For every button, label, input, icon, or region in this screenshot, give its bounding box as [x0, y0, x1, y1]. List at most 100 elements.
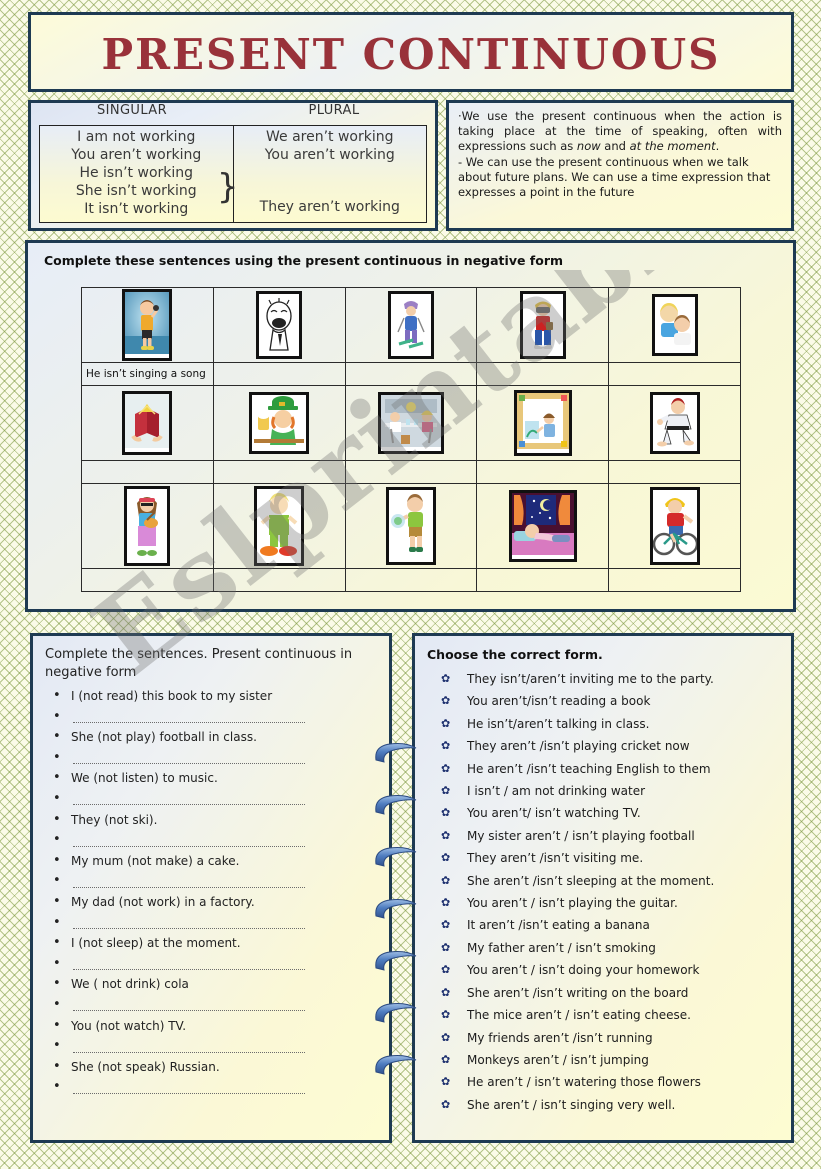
list-item[interactable]: They aren’t /isn’t playing cricket now — [441, 735, 779, 758]
list-item[interactable]: You aren’t/ isn’t watching TV. — [441, 802, 779, 825]
plural-column: We aren’t working You aren’t working The… — [234, 126, 427, 222]
list-item: We ( not drink) cola — [53, 974, 377, 995]
list-item[interactable]: My friends aren’t /isn’t running — [441, 1027, 779, 1050]
forms-table-body: I am not working You aren’t working He i… — [39, 125, 427, 223]
usage-line-1: ·We use the present continuous when the … — [458, 109, 782, 153]
picture-cell — [608, 483, 741, 569]
child-painting-picture-icon — [513, 390, 572, 456]
leprechaun-drinking-beer-icon — [249, 392, 310, 454]
verb-forms-table: SINGULAR PLURAL I am not working You are… — [28, 100, 438, 231]
usage-note-box: ·We use the present continuous when the … — [446, 100, 794, 231]
answer-cell[interactable] — [476, 568, 610, 592]
list-item: My mum (not make) a cake. — [53, 851, 377, 872]
answer-cell[interactable] — [81, 568, 214, 592]
plural-form: They aren’t working — [259, 199, 400, 215]
right-exercise-heading: Choose the correct form. — [427, 647, 603, 662]
plural-form: We aren’t working — [265, 129, 394, 145]
spiral-ring-icon — [372, 792, 420, 818]
answer-line[interactable] — [53, 1036, 377, 1057]
picture-cell — [81, 483, 214, 569]
list-item[interactable]: My father aren’t / isn’t smoking — [441, 937, 779, 960]
answer-line[interactable] — [53, 995, 377, 1016]
singular-form: He isn’t working — [79, 165, 194, 181]
list-item: I (not sleep) at the moment. — [53, 933, 377, 954]
complete-sentences-box: Complete the sentences. Present continuo… — [30, 633, 392, 1143]
plural-header: PLURAL — [308, 103, 360, 118]
answer-line[interactable] — [53, 707, 377, 728]
list-item[interactable]: The mice aren’t / isn’t eating cheese. — [441, 1004, 779, 1027]
answer-line[interactable] — [53, 748, 377, 769]
list-item[interactable]: You aren’t / isn’t doing your homework — [441, 959, 779, 982]
list-item[interactable]: My sister aren’t / isn’t playing footbal… — [441, 825, 779, 848]
list-item[interactable]: It aren’t /isn’t eating a banana — [441, 914, 779, 937]
open-red-book-icon — [122, 391, 173, 455]
answer-line[interactable] — [53, 830, 377, 851]
answer-cell[interactable] — [608, 460, 741, 484]
picture-cell — [476, 287, 610, 363]
answer-cell[interactable] — [344, 460, 478, 484]
list-item[interactable]: He aren’t /isn’t teaching English to the… — [441, 758, 779, 781]
answer-cell[interactable] — [212, 460, 346, 484]
girl-skiing-icon — [387, 291, 434, 359]
answer-line[interactable] — [53, 789, 377, 810]
list-item[interactable]: He isn’t/aren’t talking in class. — [441, 713, 779, 736]
list-item: She (not play) football in class. — [53, 727, 377, 748]
forms-table-header: SINGULAR PLURAL — [31, 103, 435, 125]
page-title: PRESENT CONTINUOUS — [101, 30, 721, 79]
answer-cell[interactable] — [344, 568, 478, 592]
answer-line[interactable] — [53, 1077, 377, 1098]
spiral-ring-icon — [372, 1000, 420, 1026]
picture-cell — [608, 385, 741, 461]
picture-cell — [212, 483, 346, 569]
table-row — [81, 287, 741, 363]
list-item[interactable]: You aren’t/isn’t reading a book — [441, 690, 779, 713]
singular-form: You aren’t working — [71, 147, 202, 163]
emphasis-at-the-moment: at the moment — [629, 139, 716, 153]
table-row — [81, 568, 741, 592]
boy-taking-photo-icon — [519, 291, 566, 359]
picture-cell — [212, 287, 346, 363]
answer-cell[interactable] — [212, 568, 346, 592]
answer-line[interactable] — [53, 954, 377, 975]
table-row — [81, 483, 741, 569]
list-item[interactable]: She aren’t /isn’t writing on the board — [441, 982, 779, 1005]
list-item[interactable]: She aren’t /isn’t sleeping at the moment… — [441, 870, 779, 893]
boy-doing-karate-icon — [649, 392, 700, 454]
answer-line[interactable] — [53, 871, 377, 892]
picture-cell — [344, 385, 478, 461]
singular-header: SINGULAR — [96, 103, 168, 118]
spiral-ring-icon — [372, 844, 420, 870]
girl-playing-guitar-icon — [124, 486, 171, 566]
table-row — [81, 385, 741, 461]
answer-cell[interactable] — [81, 460, 214, 484]
answer-cell[interactable] — [212, 362, 346, 386]
list-item[interactable]: He aren’t / isn’t watering those flowers — [441, 1071, 779, 1094]
answer-cell[interactable] — [608, 362, 741, 386]
list-item[interactable]: Monkeys aren’t / isn’t jumping — [441, 1049, 779, 1072]
picture-cell — [212, 385, 346, 461]
man-sleeping-in-bed-icon — [508, 490, 577, 562]
picture-cell — [476, 483, 610, 569]
list-item[interactable]: They aren’t /isn’t visiting me. — [441, 847, 779, 870]
list-item[interactable]: They isn’t/aren’t inviting me to the par… — [441, 668, 779, 691]
answer-cell[interactable] — [608, 568, 741, 592]
child-running-icon — [254, 486, 305, 566]
spiral-ring-icon — [372, 948, 420, 974]
picture-cell — [81, 287, 214, 363]
man-laughing-sketch-icon — [256, 291, 303, 359]
worksheet-page: PRESENT CONTINUOUS SINGULAR PLURAL I am … — [0, 0, 821, 1169]
answer-cell[interactable]: He isn’t singing a song — [81, 362, 214, 386]
answer-cell[interactable] — [344, 362, 478, 386]
list-item: She (not speak) Russian. — [53, 1057, 377, 1078]
answer-cell[interactable] — [476, 362, 610, 386]
singular-form: I am not working — [77, 129, 196, 145]
plural-form: You aren’t working — [264, 147, 395, 163]
list-item[interactable]: I isn’t / am not drinking water — [441, 780, 779, 803]
left-exercise-list: I (not read) this book to my sister She … — [45, 686, 377, 1098]
list-item[interactable]: She aren’t / isn’t singing very well. — [441, 1094, 779, 1117]
right-exercise-list: They isn’t/aren’t inviting me to the par… — [427, 668, 779, 1117]
list-item[interactable]: You aren’t / isn’t playing the guitar. — [441, 892, 779, 915]
left-exercise-heading: Complete the sentences. Present continuo… — [45, 647, 353, 680]
answer-line[interactable] — [53, 913, 377, 934]
answer-cell[interactable] — [476, 460, 610, 484]
